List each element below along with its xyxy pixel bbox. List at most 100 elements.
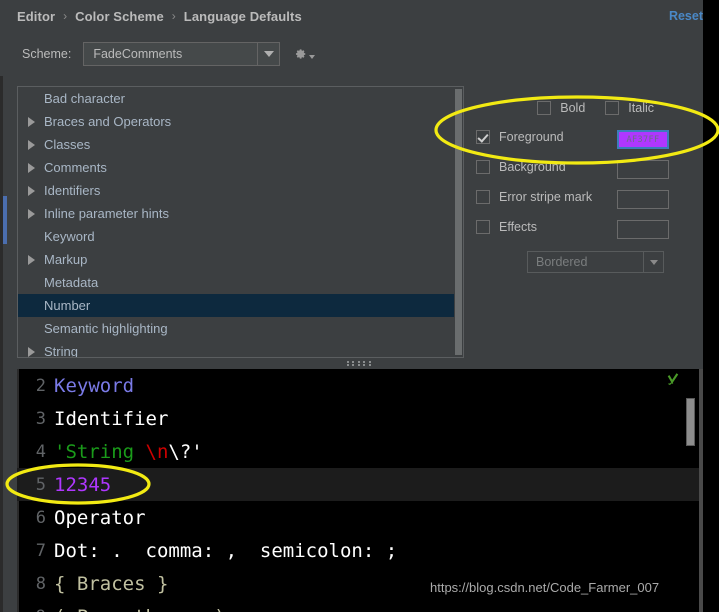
tree-scrollbar[interactable] xyxy=(454,87,463,357)
tree-item-label: Bad character xyxy=(44,91,125,106)
expand-arrow-icon[interactable] xyxy=(22,179,40,202)
token: 12345 xyxy=(54,473,112,496)
tree-item-label: String xyxy=(44,344,78,358)
preview-scrollbar-thumb[interactable] xyxy=(686,398,695,446)
token: Identifier xyxy=(54,407,169,430)
effects-color-swatch[interactable] xyxy=(617,220,669,239)
settings-scroll-thumb[interactable] xyxy=(3,196,7,244)
error-stripe-mark-checkbox[interactable] xyxy=(476,190,490,204)
tree-item-braces-and-operators[interactable]: Braces and Operators xyxy=(18,110,463,133)
reset-link[interactable]: Reset xyxy=(669,9,703,23)
scheme-settings-button[interactable] xyxy=(293,47,316,61)
tree-item-bad-character[interactable]: Bad character xyxy=(18,87,463,110)
gear-caret-icon[interactable] xyxy=(309,54,316,59)
preview-line-4[interactable]: 4 'String \n\?' xyxy=(17,435,703,468)
error-stripe-mark-color-swatch[interactable] xyxy=(617,190,669,209)
tree-item-semantic-highlighting[interactable]: Semantic highlighting xyxy=(18,317,463,340)
tree-item-label: Semantic highlighting xyxy=(44,321,168,336)
tree-item-identifiers[interactable]: Identifiers xyxy=(18,179,463,202)
expand-arrow-icon[interactable] xyxy=(22,340,40,357)
bold-label: Bold xyxy=(560,101,586,115)
tree-item-inline-parameter-hints[interactable]: Inline parameter hints xyxy=(18,202,463,225)
effects-checkbox[interactable] xyxy=(476,220,490,234)
tree-item-keyword[interactable]: Keyword xyxy=(18,225,463,248)
preview-editor[interactable]: 2 Keyword 3 Identifier 4 'String \n\?' 5 12345 6… xyxy=(17,369,703,612)
preview-line-text: Dot: . comma: , semicolon: ; xyxy=(54,540,397,562)
expand-arrow-icon[interactable] xyxy=(22,248,40,271)
preview-line-2[interactable]: 2 Keyword xyxy=(17,369,703,402)
tree-item-label: Markup xyxy=(44,252,88,267)
tree-item-metadata[interactable]: Metadata xyxy=(18,271,463,294)
scheme-label: Scheme: xyxy=(22,47,72,61)
line-number: 8 xyxy=(35,573,46,594)
preview-line-text: Identifier xyxy=(54,408,168,430)
bold-checkbox[interactable] xyxy=(537,101,552,115)
preview-line-text: 'String \n\?' xyxy=(54,441,203,463)
foreground-checkbox[interactable] xyxy=(476,130,490,144)
panel-splitter[interactable] xyxy=(17,358,703,369)
tree-item-comments[interactable]: Comments xyxy=(18,156,463,179)
line-number: 7 xyxy=(35,540,46,561)
breadcrumb-item-color-scheme[interactable]: Color Scheme xyxy=(75,9,164,24)
preview-line-3[interactable]: 3 Identifier xyxy=(17,402,703,435)
line-number: 3 xyxy=(35,408,46,429)
tree-item-label: Comments xyxy=(44,160,107,175)
breadcrumb-item-editor[interactable]: Editor xyxy=(17,9,55,24)
preview-line-9[interactable]: 9 ( Parentheses ) xyxy=(17,600,703,612)
foreground-color-swatch[interactable]: AF37FF xyxy=(617,130,669,149)
tree-item-markup[interactable]: Markup xyxy=(18,248,463,271)
preview-line-text: { Braces } xyxy=(54,573,168,595)
chevron-down-icon[interactable] xyxy=(257,43,279,65)
font-style-row: Bold Italic xyxy=(482,94,654,122)
token: Dot: . comma: , semicolon: ; xyxy=(54,539,398,562)
chevron-down-icon[interactable] xyxy=(643,252,663,272)
preview-line-6[interactable]: 6 Operator xyxy=(17,501,703,534)
token: ( Parentheses ) xyxy=(54,606,226,612)
tree-item-string[interactable]: String xyxy=(18,340,463,358)
token: { Braces } xyxy=(54,572,169,595)
effect-type-combobox[interactable]: Bordered xyxy=(527,251,664,273)
gear-icon xyxy=(296,49,306,59)
preview-line-7[interactable]: 7 Dot: . comma: , semicolon: ; xyxy=(17,534,703,567)
expand-arrow-icon[interactable] xyxy=(22,133,40,156)
preview-line-text: Keyword xyxy=(54,375,134,397)
token: Operator xyxy=(54,506,146,529)
effect-type-value: Bordered xyxy=(536,255,588,269)
splitter-grip-icon xyxy=(347,361,373,366)
preview-line-5[interactable]: 5 12345 xyxy=(17,468,703,501)
tree-item-label: Inline parameter hints xyxy=(44,206,170,221)
color-settings-tree[interactable]: Bad character Braces and Operators Classes… xyxy=(17,86,464,358)
tree-item-classes[interactable]: Classes xyxy=(18,133,463,156)
tree-scrollbar-thumb[interactable] xyxy=(455,89,462,355)
expand-arrow-icon[interactable] xyxy=(22,202,40,225)
background-color-swatch[interactable] xyxy=(617,160,669,179)
expand-arrow-icon[interactable] xyxy=(22,156,40,179)
scheme-row: Scheme: FadeComments xyxy=(0,32,703,76)
preview-scrollbar-track[interactable] xyxy=(699,369,703,612)
tree-item-number[interactable]: Number xyxy=(18,294,463,317)
background-checkbox[interactable] xyxy=(476,160,490,174)
scheme-combobox-value: FadeComments xyxy=(93,47,183,61)
line-number: 4 xyxy=(35,441,46,462)
breadcrumb-item-language-defaults[interactable]: Language Defaults xyxy=(184,9,302,24)
token: \n xyxy=(145,440,169,463)
line-number: 6 xyxy=(35,507,46,528)
token: 'String xyxy=(54,440,146,463)
tree-item-label: Braces and Operators xyxy=(44,114,172,129)
green-check-icon[interactable] xyxy=(666,373,680,387)
bold-checkbox-item[interactable]: Bold xyxy=(537,101,585,115)
italic-checkbox[interactable] xyxy=(605,101,620,115)
effects-label: Effects xyxy=(499,220,537,234)
breadcrumb: Editor › Color Scheme › Language Default… xyxy=(0,0,703,32)
tree-item-label: Classes xyxy=(44,137,91,152)
scheme-combobox[interactable]: FadeComments xyxy=(83,42,281,66)
expand-arrow-icon[interactable] xyxy=(22,110,40,133)
tree-item-label: Keyword xyxy=(44,229,95,244)
tree-item-label: Identifiers xyxy=(44,183,101,198)
italic-checkbox-item[interactable]: Italic xyxy=(605,101,654,115)
foreground-label: Foreground xyxy=(499,130,564,144)
italic-label: Italic xyxy=(628,101,654,115)
